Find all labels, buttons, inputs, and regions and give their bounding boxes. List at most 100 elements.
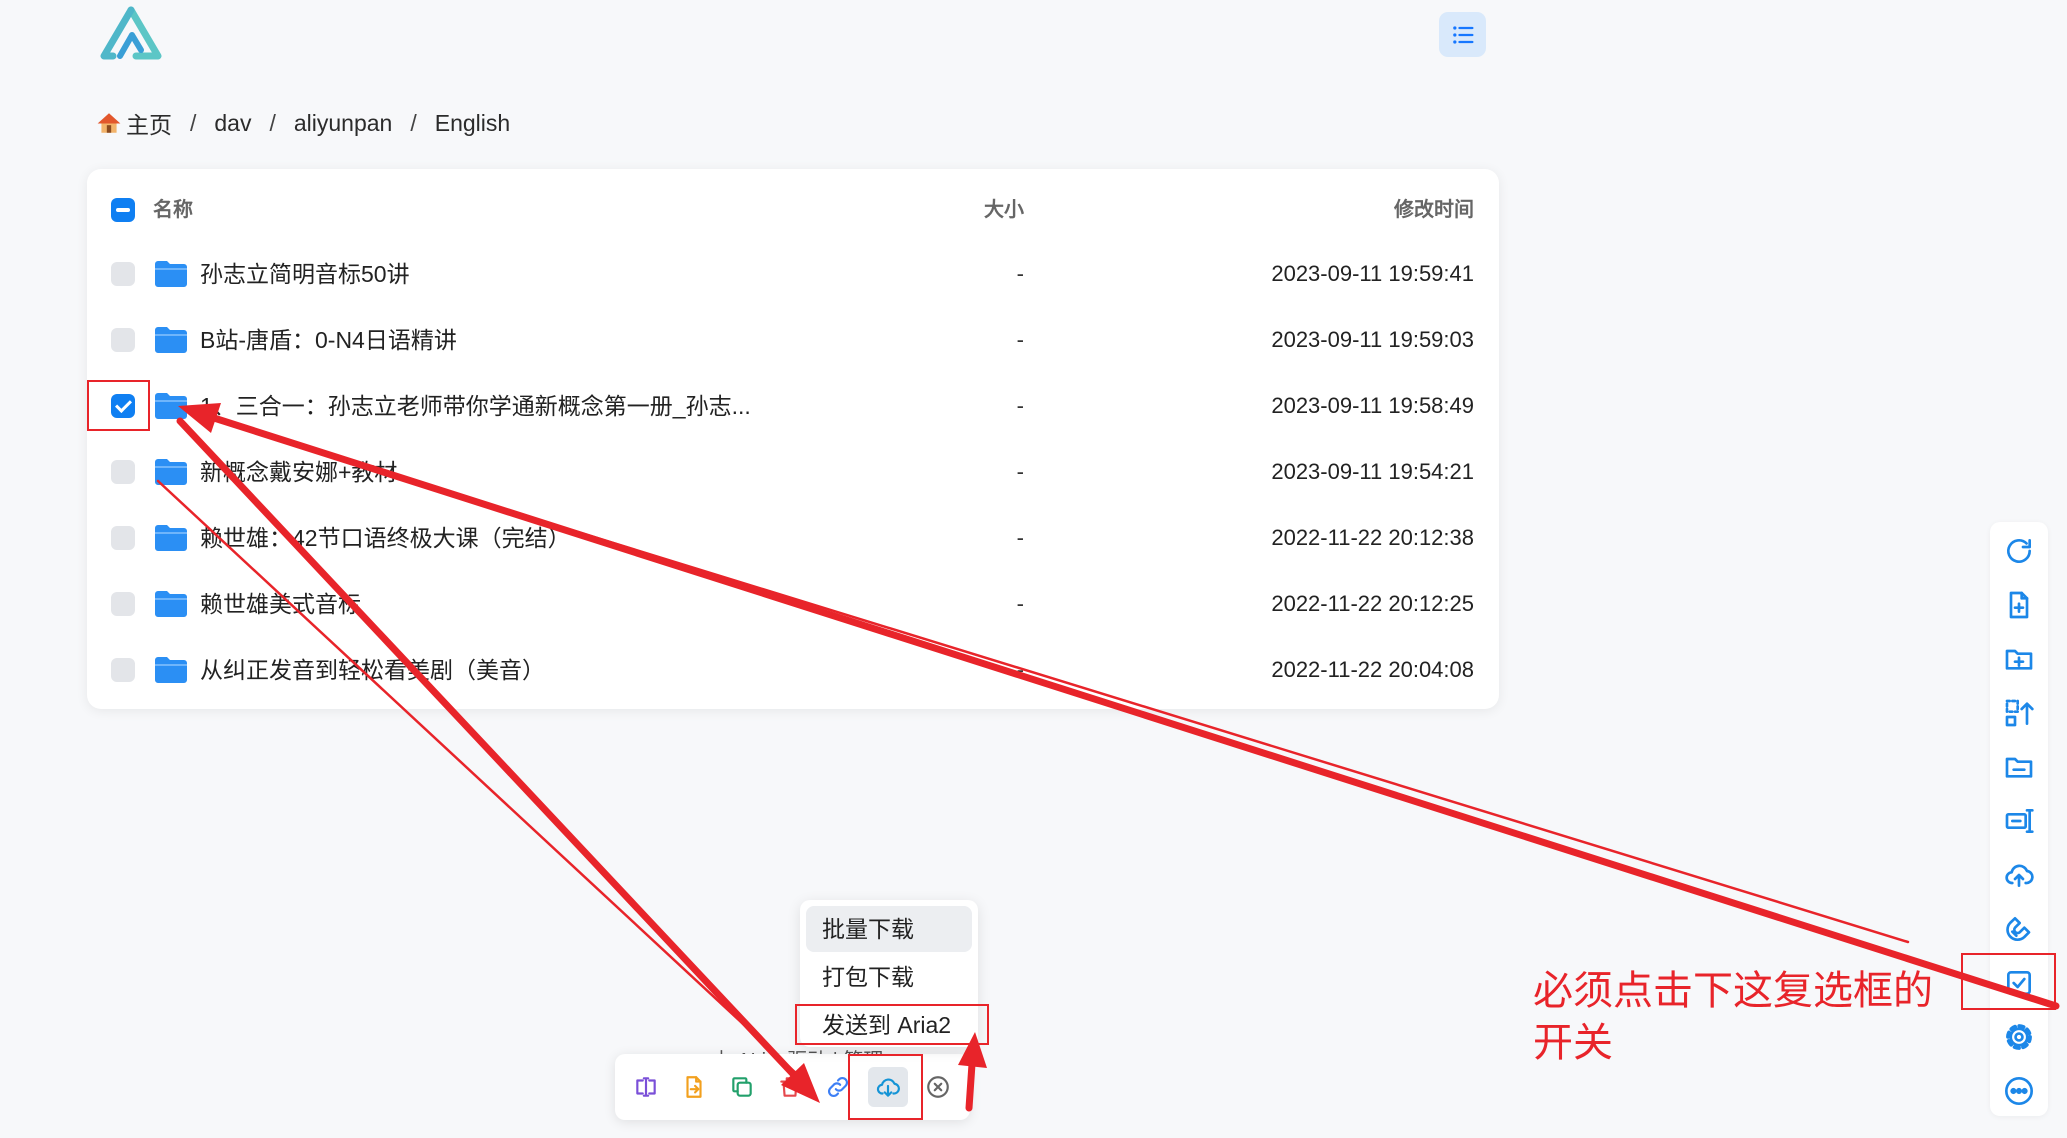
breadcrumb-separator: / bbox=[410, 109, 417, 136]
breadcrumb-home-label: 主页 bbox=[126, 112, 172, 138]
more-icon bbox=[2005, 1077, 2033, 1105]
file-name[interactable]: 赖世雄：42节口语终极大课（完结） bbox=[200, 505, 571, 571]
breadcrumb-item-dav[interactable]: dav bbox=[214, 110, 251, 137]
file-name[interactable]: 1、三合一：孙志立老师带你学通新概念第一册_孙志... bbox=[200, 373, 751, 439]
rename-icon bbox=[636, 1077, 656, 1097]
breadcrumb-item-aliyunpan[interactable]: aliyunpan bbox=[294, 110, 392, 137]
table-row[interactable]: 孙志立简明音标50讲 - 2023-09-11 19:59:41 bbox=[87, 241, 1499, 307]
rename-button[interactable] bbox=[628, 1067, 664, 1107]
folder-icon bbox=[155, 261, 187, 287]
annotation-box-toggle-checkbox bbox=[1961, 953, 2056, 1010]
annotation-box-row-checkbox bbox=[87, 380, 150, 431]
folder-icon bbox=[155, 393, 187, 419]
move-button[interactable] bbox=[676, 1067, 712, 1107]
app-root: 主页 / dav / aliyunpan / English 名称 大小 修改时… bbox=[0, 0, 2067, 1138]
file-size: - bbox=[1016, 459, 1024, 484]
file-modified: 2022-11-22 20:12:38 bbox=[1271, 525, 1474, 550]
new-file-icon bbox=[2009, 591, 2029, 619]
batch-rename-icon bbox=[2005, 809, 2034, 833]
file-name[interactable]: 从纠正发音到轻松看美剧（美音） bbox=[200, 637, 545, 703]
menu-item-batch-download[interactable]: 批量下载 bbox=[806, 906, 972, 952]
select-all-checkbox[interactable] bbox=[111, 198, 135, 222]
cancel-selection-button[interactable] bbox=[920, 1067, 956, 1107]
delete-icon bbox=[780, 1077, 800, 1097]
refresh-button[interactable] bbox=[2002, 534, 2036, 568]
house-icon bbox=[97, 113, 121, 133]
file-list-rows: 孙志立简明音标50讲 - 2023-09-11 19:59:41 B站-唐盾：0… bbox=[87, 241, 1499, 703]
folder-icon bbox=[155, 327, 187, 353]
file-size: - bbox=[1016, 327, 1024, 352]
recursive-move-icon bbox=[2005, 699, 2034, 727]
row-checkbox[interactable] bbox=[111, 592, 135, 616]
file-name[interactable]: 孙志立简明音标50讲 bbox=[200, 241, 410, 307]
file-modified: 2023-09-11 19:54:21 bbox=[1271, 459, 1474, 484]
row-checkbox[interactable] bbox=[111, 658, 135, 682]
menu-item-package-download[interactable]: 打包下载 bbox=[806, 954, 972, 1000]
breadcrumb-separator: / bbox=[269, 109, 276, 136]
file-size: - bbox=[1016, 525, 1024, 550]
recursive-move-button[interactable] bbox=[2002, 696, 2036, 730]
file-list: 名称 大小 修改时间 孙志立简明音标50讲 - 2023-09-11 19:59… bbox=[87, 169, 1499, 709]
upload-icon bbox=[2005, 864, 2034, 887]
annotation-text: 必须点击下这复选框的 开关 bbox=[1533, 965, 1933, 1069]
file-modified: 2023-09-11 19:59:41 bbox=[1271, 261, 1474, 286]
copy-button[interactable] bbox=[724, 1067, 760, 1107]
file-name[interactable]: 新概念戴安娜+教材 bbox=[200, 439, 397, 505]
new-folder-button[interactable] bbox=[2002, 642, 2036, 676]
file-size: - bbox=[1016, 657, 1024, 682]
remove-empty-folder-button[interactable] bbox=[2002, 750, 2036, 784]
annotation-line: 开关 bbox=[1533, 1021, 1613, 1065]
file-modified: 2023-09-11 19:59:03 bbox=[1271, 327, 1474, 352]
new-file-button[interactable] bbox=[2002, 588, 2036, 622]
more-button[interactable] bbox=[2002, 1074, 2036, 1108]
list-view-icon bbox=[1452, 25, 1473, 44]
row-checkbox[interactable] bbox=[111, 262, 135, 286]
file-modified: 2023-09-11 19:58:49 bbox=[1271, 393, 1474, 418]
annotation-box-send-to-aria2 bbox=[795, 1004, 989, 1045]
remove-empty-folder-icon bbox=[2005, 757, 2033, 778]
local-settings-button[interactable] bbox=[2002, 1020, 2036, 1054]
row-checkbox[interactable] bbox=[111, 460, 135, 484]
annotation-line: 必须点击下这复选框的 bbox=[1533, 969, 1933, 1013]
right-toolbar bbox=[1990, 522, 2048, 1116]
file-list-header: 名称 大小 修改时间 bbox=[87, 185, 1499, 235]
alist-logo-icon[interactable] bbox=[100, 6, 162, 62]
breadcrumb-separator: / bbox=[190, 109, 197, 136]
file-name[interactable]: B站-唐盾：0-N4日语精讲 bbox=[200, 307, 457, 373]
column-header-size[interactable]: 大小 bbox=[927, 185, 1024, 235]
breadcrumb: 主页 / dav / aliyunpan / English bbox=[96, 106, 510, 140]
table-row[interactable]: 从纠正发音到轻松看美剧（美音） - 2022-11-22 20:04:08 bbox=[87, 637, 1499, 703]
file-modified: 2022-11-22 20:04:08 bbox=[1271, 657, 1474, 682]
folder-icon bbox=[155, 657, 187, 683]
cancel-icon bbox=[927, 1076, 949, 1098]
file-modified: 2022-11-22 20:12:25 bbox=[1271, 591, 1474, 616]
upload-button[interactable] bbox=[2002, 858, 2036, 892]
settings-icon bbox=[2006, 1024, 2032, 1050]
delete-button[interactable] bbox=[772, 1067, 808, 1107]
table-row[interactable]: B站-唐盾：0-N4日语精讲 - 2023-09-11 19:59:03 bbox=[87, 307, 1499, 373]
table-row[interactable]: 赖世雄美式音标 - 2022-11-22 20:12:25 bbox=[87, 571, 1499, 637]
table-row[interactable]: 赖世雄：42节口语终极大课（完结） - 2022-11-22 20:12:38 bbox=[87, 505, 1499, 571]
folder-icon bbox=[155, 459, 187, 485]
new-folder-icon bbox=[2005, 649, 2033, 670]
breadcrumb-home[interactable]: 主页 bbox=[96, 106, 172, 140]
row-checkbox[interactable] bbox=[111, 328, 135, 352]
copy-icon bbox=[732, 1077, 752, 1097]
refresh-icon bbox=[2007, 539, 2031, 563]
offline-download-icon bbox=[2006, 917, 2031, 942]
offline-download-button[interactable] bbox=[2002, 912, 2036, 946]
folder-icon bbox=[155, 591, 187, 617]
row-checkbox[interactable] bbox=[111, 526, 135, 550]
file-size: - bbox=[1016, 591, 1024, 616]
breadcrumb-item-english[interactable]: English bbox=[435, 110, 510, 137]
column-header-modified[interactable]: 修改时间 bbox=[1394, 185, 1474, 235]
table-row[interactable]: 1、三合一：孙志立老师带你学通新概念第一册_孙志... - 2023-09-11… bbox=[87, 373, 1499, 439]
batch-rename-button[interactable] bbox=[2002, 804, 2036, 838]
view-toggle-button[interactable] bbox=[1439, 12, 1486, 57]
column-header-name[interactable]: 名称 bbox=[153, 185, 193, 235]
move-icon bbox=[686, 1076, 702, 1098]
file-size: - bbox=[1016, 261, 1024, 286]
file-name[interactable]: 赖世雄美式音标 bbox=[200, 571, 361, 637]
table-row[interactable]: 新概念戴安娜+教材 - 2023-09-11 19:54:21 bbox=[87, 439, 1499, 505]
annotation-box-download bbox=[848, 1054, 923, 1120]
